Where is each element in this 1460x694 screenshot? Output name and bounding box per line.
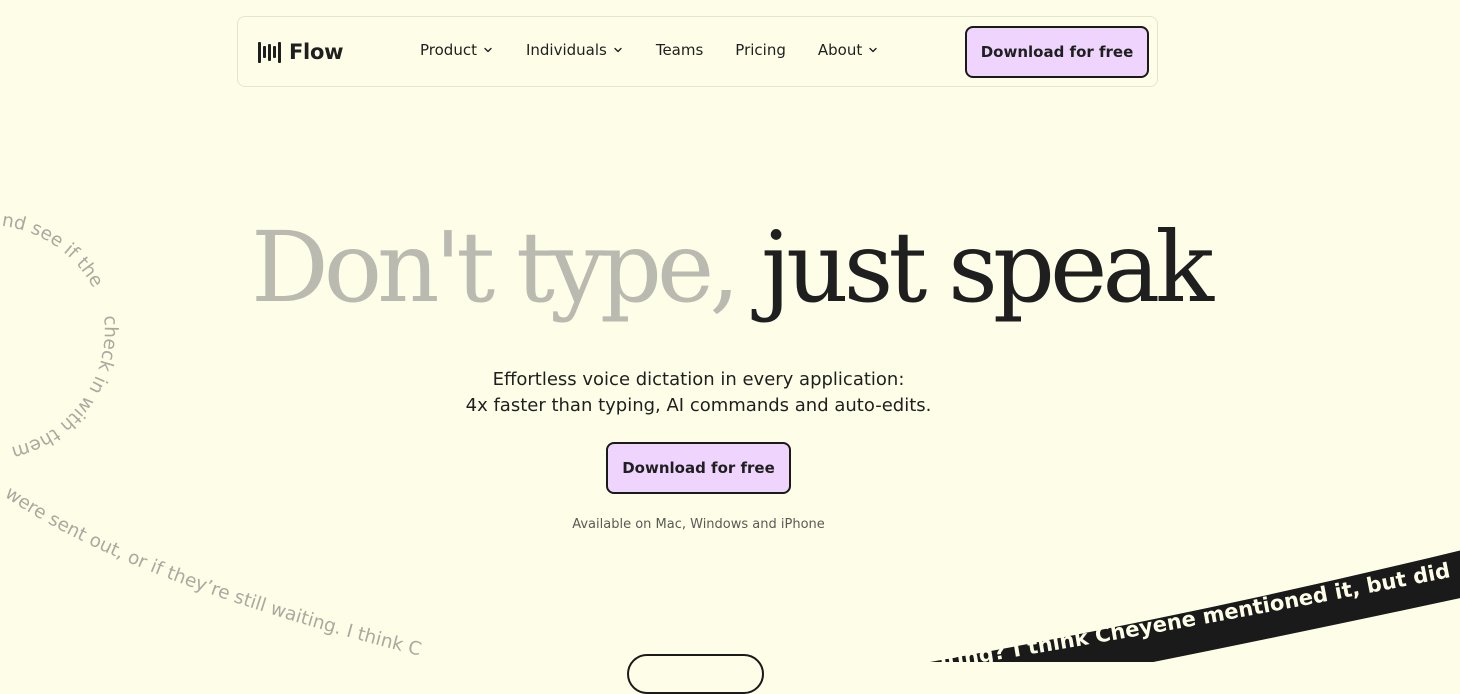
nav-item-teams[interactable]: Teams [656, 41, 703, 59]
hero-download-button[interactable]: Download for free [606, 442, 791, 494]
hero-subtitle: Effortless voice dictation in every appl… [0, 367, 1397, 419]
nav-item-pricing[interactable]: Pricing [735, 41, 786, 59]
decorative-curved-text: and see if the check in with them were s… [0, 209, 1460, 662]
top-nav: Flow Product Individuals Teams Pricing A… [237, 16, 1158, 87]
hero-headline: Don't type, just speak [0, 208, 1460, 328]
nav-item-label: About [817, 41, 863, 59]
dark-text-band [930, 550, 1460, 662]
nav-menu: Product Individuals Teams Pricing About [420, 41, 911, 59]
flow-logo[interactable]: Flow [258, 39, 343, 65]
nav-item-product[interactable]: Product [420, 41, 494, 59]
band-text: iting? I think Cheyene mentioned it, but… [938, 558, 1452, 662]
chevron-down-icon [614, 47, 622, 53]
nav-item-label: Individuals [525, 41, 607, 59]
chevron-down-icon [484, 47, 492, 53]
chevron-down-icon [869, 47, 877, 53]
partially-visible-button[interactable] [627, 654, 764, 694]
headline-light-part: Don't type, [250, 211, 740, 324]
subtitle-line-1: Effortless voice dictation in every appl… [492, 369, 905, 390]
subtitle-line-2: 4x faster than typing, AI commands and a… [465, 395, 932, 416]
headline-dark-part: just speak [761, 211, 1214, 324]
nav-item-label: Pricing [735, 41, 786, 59]
flow-bars-logo-icon [258, 40, 281, 64]
availability-note: Available on Mac, Windows and iPhone [572, 517, 825, 532]
nav-item-about[interactable]: About [818, 41, 879, 59]
nav-item-individuals[interactable]: Individuals [526, 41, 624, 59]
curved-text-bottom: were sent out, or if they’re still waiti… [1, 483, 423, 661]
nav-item-label: Teams [655, 41, 704, 59]
brand-name: Flow [289, 40, 344, 64]
nav-item-label: Product [420, 41, 477, 59]
nav-download-button[interactable]: Download for free [965, 26, 1149, 78]
